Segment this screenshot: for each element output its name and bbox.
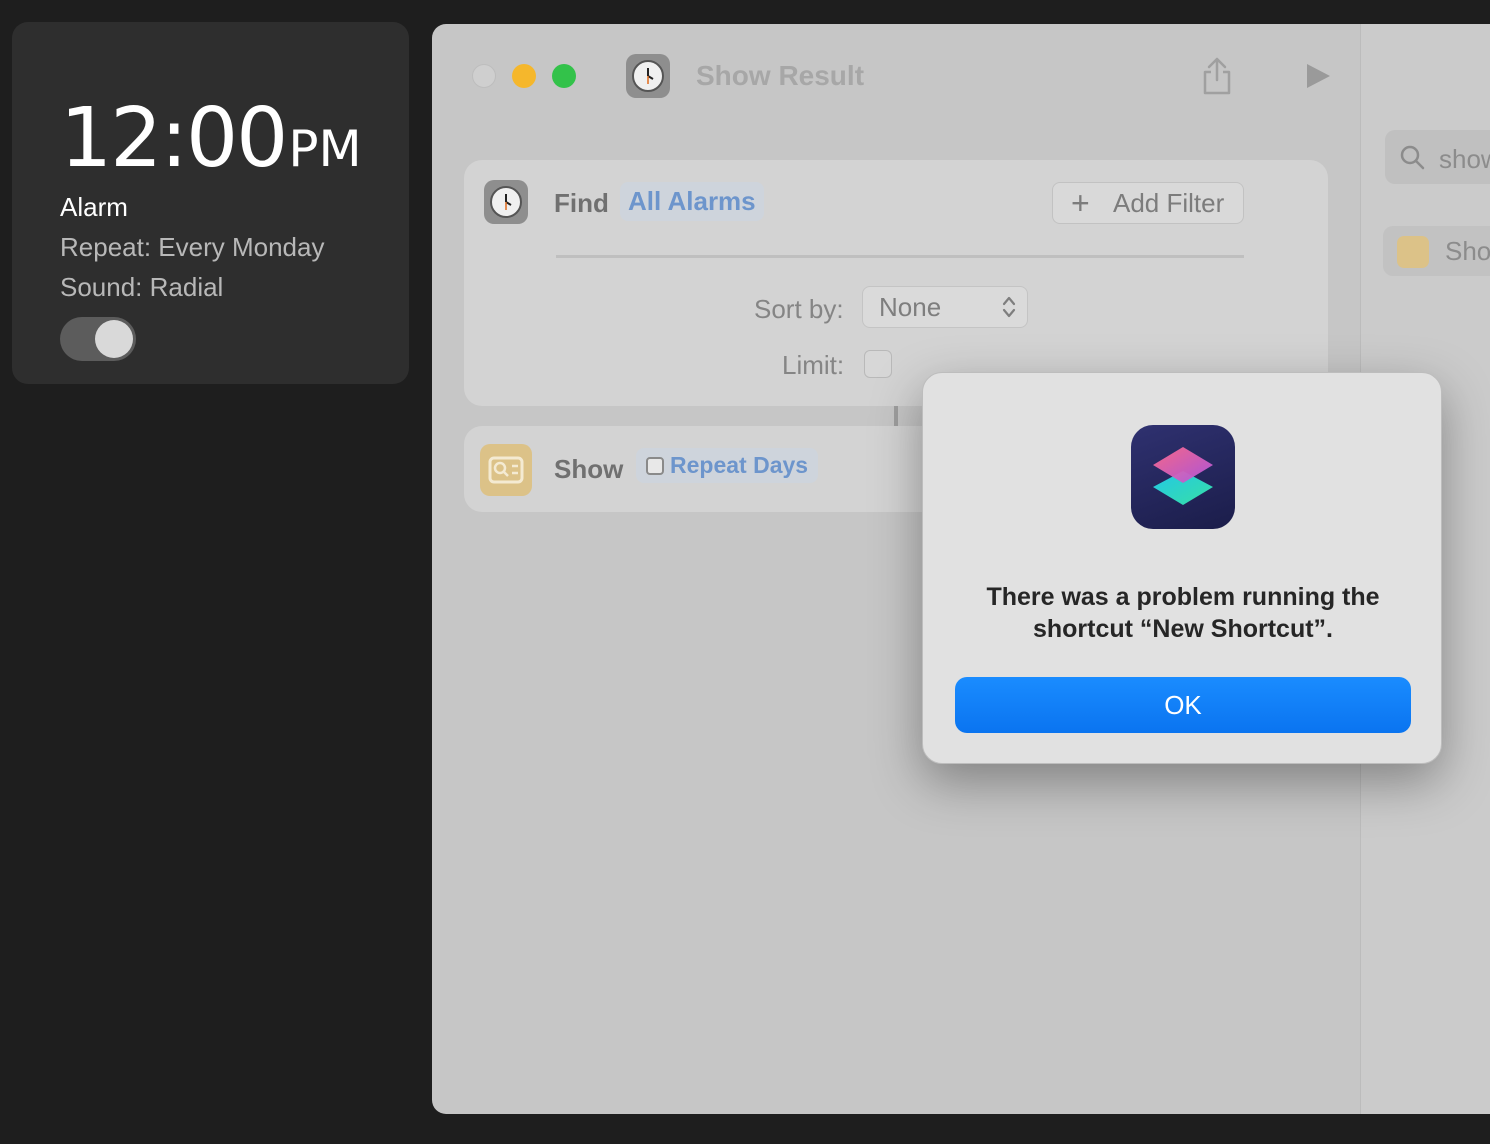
- share-icon[interactable]: [1200, 56, 1234, 96]
- show-result-icon: [1397, 236, 1429, 268]
- repeat-days-label: Repeat Days: [670, 452, 809, 478]
- alarm-sound: Sound: Radial: [60, 272, 224, 302]
- divider: [556, 255, 1244, 258]
- alarm-label: Alarm: [60, 192, 128, 222]
- shortcuts-app-icon: [1131, 425, 1235, 529]
- close-window-button[interactable]: [472, 64, 496, 88]
- plus-icon: +: [1071, 185, 1090, 221]
- ok-button[interactable]: OK: [955, 677, 1411, 733]
- sort-by-label: Sort by:: [754, 294, 844, 324]
- shortcut-title[interactable]: Show Result: [696, 60, 864, 92]
- zoom-window-button[interactable]: [552, 64, 576, 88]
- all-alarms-token[interactable]: All Alarms: [620, 182, 764, 221]
- sidebar-item-show-result[interactable]: Sho: [1383, 226, 1490, 276]
- search-icon: [1400, 145, 1425, 170]
- clock-icon: [646, 457, 664, 475]
- alarm-toggle[interactable]: [60, 317, 136, 361]
- clock-face: [490, 186, 522, 218]
- add-filter-label: Add Filter: [1113, 188, 1225, 218]
- alarm-ampm: PM: [288, 120, 362, 178]
- clock-icon: [484, 180, 528, 224]
- action-connector: [894, 406, 898, 426]
- clock-icon[interactable]: [626, 54, 670, 98]
- clock-face: [632, 60, 664, 92]
- alarm-repeat: Repeat: Every Monday: [60, 232, 325, 262]
- limit-checkbox[interactable]: [864, 350, 892, 378]
- sort-by-value: None: [879, 292, 942, 322]
- alarm-time-value: 12:00: [60, 91, 288, 186]
- show-label: Show: [554, 454, 624, 484]
- chevron-updown-icon: [1001, 294, 1017, 334]
- action-search-field[interactable]: show: [1385, 130, 1490, 184]
- play-icon[interactable]: [1304, 62, 1332, 90]
- search-input-value: show: [1439, 144, 1490, 174]
- limit-label: Limit:: [782, 350, 845, 380]
- find-label: Find: [554, 188, 609, 218]
- find-alarms-action[interactable]: Find All Alarms + Add Filter Sort by: No…: [464, 160, 1328, 406]
- show-result-icon: [480, 444, 532, 496]
- toggle-knob: [95, 320, 133, 358]
- alarm-widget[interactable]: 12:00PM Alarm Repeat: Every Monday Sound…: [12, 22, 409, 384]
- error-message: There was a problem running the shortcut…: [986, 583, 1380, 643]
- screen: 12:00PM Alarm Repeat: Every Monday Sound…: [0, 0, 1490, 1144]
- sort-by-select[interactable]: None: [862, 286, 1028, 328]
- add-filter-button[interactable]: + Add Filter: [1052, 182, 1244, 224]
- error-dialog: There was a problem running the shortcut…: [922, 372, 1442, 764]
- sidebar-item-label: Sho: [1445, 236, 1490, 266]
- alarm-time: 12:00PM: [60, 98, 362, 180]
- minimize-window-button[interactable]: [512, 64, 536, 88]
- repeat-days-token[interactable]: Repeat Days: [636, 448, 819, 483]
